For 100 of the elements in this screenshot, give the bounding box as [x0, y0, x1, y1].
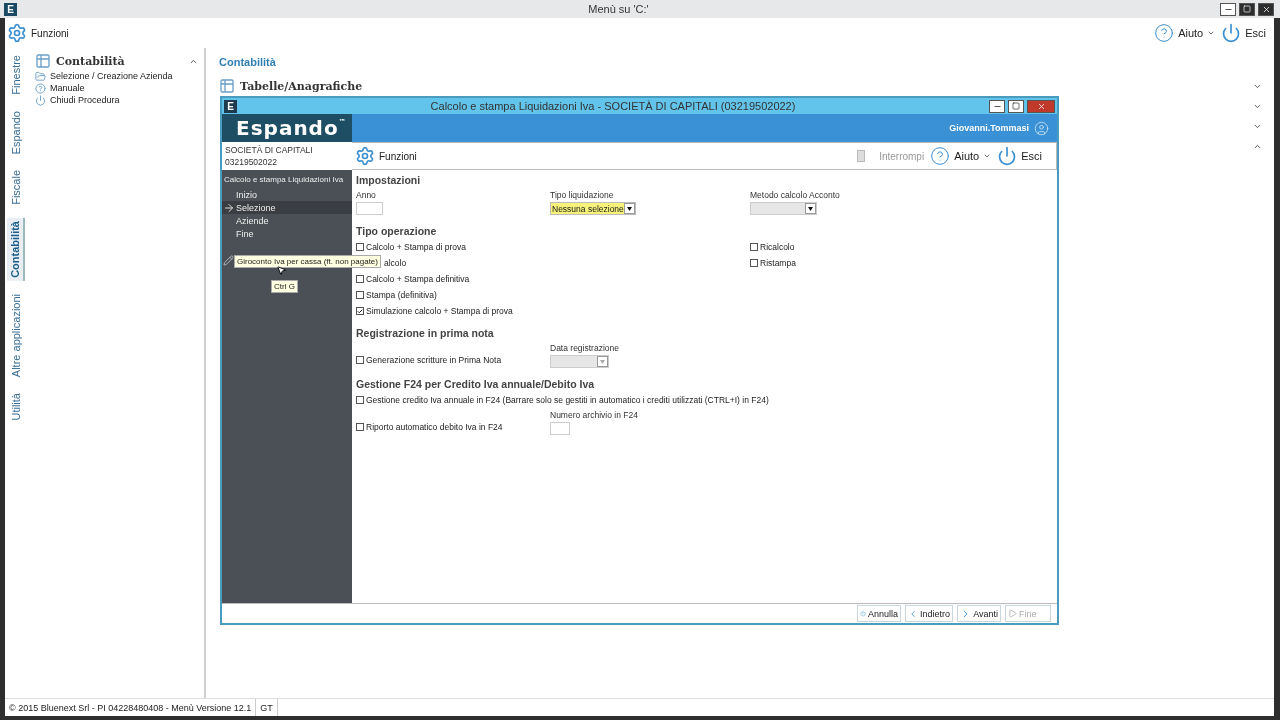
step-item[interactable]: Fine	[222, 227, 352, 240]
help-icon	[930, 146, 951, 166]
wizard-button[interactable]: Avanti	[957, 605, 1001, 622]
window-title: Menù su 'C:'	[587, 3, 650, 15]
play-icon	[1008, 609, 1017, 618]
status-user: GT	[256, 699, 278, 716]
caret-icon	[983, 152, 992, 160]
field-label: Numero archivio in F24	[550, 408, 639, 421]
power-icon	[860, 608, 866, 619]
help-button[interactable]: Aiuto	[1154, 23, 1216, 43]
power-icon	[1221, 23, 1242, 43]
pointer-icon	[276, 265, 287, 276]
field-label: Data registrazione	[550, 341, 620, 354]
caret-icon	[1207, 29, 1216, 37]
checkbox[interactable]	[356, 423, 364, 431]
checkbox-option[interactable]: Riporto automatico debito Iva in F24	[356, 419, 550, 435]
close-icon	[1036, 101, 1046, 111]
user-name: Giovanni.Tommasi	[949, 123, 1029, 133]
functions-button[interactable]: Funzioni	[355, 146, 417, 166]
checkbox-option[interactable]: Ristampa	[750, 255, 1053, 271]
year-field[interactable]	[356, 202, 383, 215]
checkbox[interactable]	[356, 307, 364, 315]
help-icon	[1154, 23, 1175, 43]
wizard-button[interactable]: Indietro	[905, 605, 953, 622]
company-info: SOCIETÀ DI CAPITALI 03219502022	[222, 142, 352, 170]
checkbox[interactable]	[356, 396, 364, 404]
checkbox-option[interactable]: Simulazione calcolo + Stampa di prova	[356, 303, 750, 319]
panel-item[interactable]: Manuale	[35, 82, 85, 94]
power-icon	[997, 146, 1018, 166]
field-label: Metodo calcolo Acconto	[750, 188, 841, 201]
shortcut-tooltip: Ctrl G	[271, 280, 298, 293]
panel-item[interactable]: Selezione / Creazione Azienda	[35, 70, 173, 82]
checkbox-option[interactable]: Calcolo + Stampa di prova	[356, 239, 750, 255]
side-tab[interactable]: Finestre	[8, 52, 24, 98]
app-logo: E	[224, 99, 237, 113]
table-icon	[35, 53, 51, 69]
field-label: Tipo liquidazione	[550, 188, 615, 201]
procedure-title: Calcolo e stampa Liquidazioni Iva	[223, 174, 345, 186]
step-item[interactable]: Inizio	[222, 188, 352, 201]
exit-button[interactable]: Esci	[997, 146, 1042, 166]
archive-number-field[interactable]	[550, 422, 570, 435]
checkbox[interactable]	[750, 259, 758, 267]
side-tab[interactable]: Utilità	[8, 390, 24, 424]
wizard-button[interactable]: Annulla	[857, 605, 901, 622]
checkbox[interactable]	[356, 356, 364, 364]
exit-button[interactable]: Esci	[1221, 23, 1266, 43]
maximize-button[interactable]	[1008, 99, 1024, 113]
pencil-icon	[223, 255, 234, 266]
minimize-button[interactable]	[1220, 2, 1236, 16]
option-label: alcolo	[384, 258, 407, 268]
checkbox[interactable]	[356, 291, 364, 299]
tooltip: Giroconto Iva per cassa (ft. non pagate)	[234, 255, 381, 268]
checkbox-option[interactable]: Generazione scritture in Prima Nota	[356, 352, 550, 368]
field-label: Anno	[356, 188, 377, 201]
arrow-icon	[222, 201, 236, 214]
checkbox-option[interactable]: Stampa (definitiva)	[356, 287, 750, 303]
maximize-icon	[1012, 102, 1020, 110]
close-button[interactable]	[1027, 99, 1055, 113]
side-tab[interactable]: Fiscale	[8, 167, 24, 209]
checkbox[interactable]	[750, 243, 758, 251]
side-tab[interactable]: Contabilità	[7, 218, 25, 281]
stop-icon	[857, 150, 866, 162]
help-button[interactable]: Aiuto	[930, 146, 992, 166]
step-item[interactable]: Aziende	[222, 214, 352, 227]
section-title: Registrazione in prima nota	[356, 326, 495, 341]
section-title: Tipo operazione	[356, 224, 438, 239]
check-icon	[357, 307, 363, 315]
close-button[interactable]	[1258, 2, 1274, 16]
side-tab[interactable]: Espando	[8, 107, 24, 158]
checkbox[interactable]	[356, 243, 364, 251]
settings-icon	[7, 23, 27, 43]
section-title[interactable]: Tabelle/Anagrafiche	[240, 79, 1248, 93]
section-title: Impostazioni	[356, 173, 422, 188]
side-tab[interactable]: Altre applicazioni	[8, 290, 24, 381]
maximize-button[interactable]	[1239, 2, 1255, 16]
checkbox[interactable]	[356, 275, 364, 283]
folder-icon	[35, 70, 46, 82]
panel-title: Contabilità	[56, 54, 126, 68]
checkbox-option[interactable]: Calcolo + Stampa definitiva	[356, 271, 750, 287]
caret-icon	[600, 359, 605, 364]
minimize-button[interactable]	[989, 99, 1005, 113]
settings-icon	[355, 146, 375, 166]
power-icon	[35, 94, 46, 106]
section-title: Gestione F24 per Credito Iva annuale/Debito Iva	[356, 377, 596, 392]
dialog-title: Calcolo e stampa Liquidazioni Iva - SOCIETÀ DI CAPITALI (03219502022)	[429, 100, 797, 112]
help-icon	[35, 82, 46, 94]
section-heading: Contabilità	[219, 56, 277, 70]
close-icon	[1261, 4, 1271, 14]
app-logo: E	[4, 2, 17, 16]
settlement-type-dropdown[interactable]: Nessuna selezione	[550, 202, 636, 215]
table-icon	[219, 78, 235, 94]
step-item[interactable]: Selezione	[222, 201, 352, 214]
checkbox-option[interactable]: Gestione credito Iva annuale in F24 (Barrare solo se gestiti in automatico i crediti utilizzati (CTRL+I) in F24)	[356, 392, 1053, 408]
status-text: © 2015 Bluenext Srl - PI 04228480408 - Menù Versione 12.1	[5, 699, 257, 716]
maximize-icon	[1243, 5, 1251, 13]
panel-item[interactable]: Chiudi Procedura	[35, 94, 120, 106]
caret-icon	[627, 206, 632, 211]
checkbox-option[interactable]: Ricalcolo	[750, 239, 1053, 255]
caret-icon	[808, 206, 813, 211]
functions-button[interactable]: Funzioni	[7, 23, 69, 43]
